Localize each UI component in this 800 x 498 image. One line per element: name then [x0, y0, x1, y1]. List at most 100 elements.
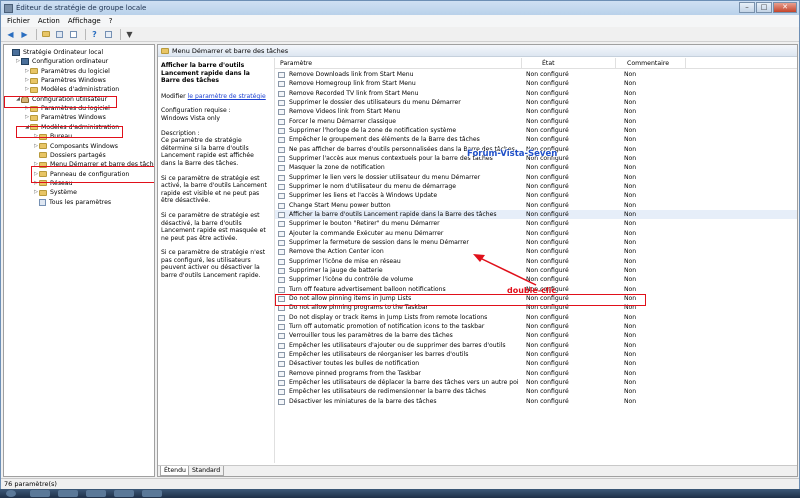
policy-setting-icon: [278, 165, 285, 172]
tree-node[interactable]: ▷ Configuration ordinateur: [15, 57, 108, 66]
setting-comment: Non: [624, 89, 637, 97]
setting-row[interactable]: Supprimer les liens et l'accès à Windows…: [275, 191, 797, 200]
tree-node[interactable]: ▷ Paramètres Windows: [24, 113, 106, 122]
column-header-setting[interactable]: Paramètre: [280, 60, 312, 67]
tree-node-label: Dossiers partagés: [50, 151, 106, 159]
setting-comment: Non: [624, 80, 637, 88]
status-count: 76 paramètre(s): [4, 480, 57, 488]
close-button[interactable]: ✕: [773, 2, 797, 13]
setting-row[interactable]: Do not display or track items in Jump Li…: [275, 313, 797, 322]
back-arrow-icon[interactable]: ◀: [5, 29, 16, 40]
tree-node[interactable]: ▷ Composants Windows: [33, 142, 118, 151]
setting-comment: Non: [624, 182, 637, 190]
setting-row[interactable]: Supprimer le bouton "Retirer" du menu Dé…: [275, 219, 797, 228]
taskbar: [0, 489, 800, 498]
tree-node[interactable]: ▷ Système: [33, 188, 77, 197]
app-icon: [4, 3, 13, 13]
setting-state: Non configuré: [526, 313, 569, 321]
description-p3: Si ce paramètre de stratégie est désacti…: [161, 211, 266, 242]
maximize-button[interactable]: □: [756, 2, 772, 13]
setting-row[interactable]: Empêcher le groupement des éléments de l…: [275, 135, 797, 144]
setting-row[interactable]: Remove Downloads link from Start Menu Non…: [275, 70, 797, 79]
setting-comment: Non: [624, 397, 637, 405]
setting-name: Empêcher les utilisateurs d'ajouter ou d…: [289, 341, 506, 349]
setting-comment: Non: [624, 313, 637, 321]
modify-line: Modifier le paramètre de stratégie: [161, 92, 266, 100]
taskbar-app-icon[interactable]: [58, 490, 78, 497]
setting-row[interactable]: Remove Recorded TV link from Start Menu N…: [275, 89, 797, 98]
setting-row[interactable]: Supprimer l'horloge de la zone de notifi…: [275, 126, 797, 135]
setting-name: Change Start Menu power button: [289, 201, 391, 209]
taskbar-app-icon[interactable]: [86, 490, 106, 497]
menu-fichier[interactable]: Fichier: [7, 17, 30, 25]
policy-setting-icon: [278, 239, 285, 246]
setting-state: Non configuré: [526, 108, 569, 116]
tab-standard[interactable]: Standard: [188, 466, 225, 476]
setting-row[interactable]: Ajouter la commande Exécuter au menu Dém…: [275, 229, 797, 238]
setting-comment: Non: [624, 332, 637, 340]
tree-node-label: Paramètres du logiciel: [41, 67, 110, 75]
tab-etendu[interactable]: Étendu: [160, 466, 190, 476]
setting-row[interactable]: Supprimer le dossier des utilisateurs du…: [275, 98, 797, 107]
folder-icon: [30, 68, 38, 75]
menu-help[interactable]: ?: [109, 17, 113, 25]
export-list-icon[interactable]: [68, 29, 79, 40]
setting-row[interactable]: Change Start Menu power button Non config…: [275, 201, 797, 210]
menu-affichage[interactable]: Affichage: [68, 17, 101, 25]
setting-comment: Non: [624, 322, 637, 330]
setting-row[interactable]: Turn off automatic promotion of notifica…: [275, 322, 797, 331]
setting-row[interactable]: Empêcher les utilisateurs de réorganiser…: [275, 350, 797, 359]
setting-row[interactable]: Désactiver les miniatures de la barre de…: [275, 397, 797, 406]
tree-node[interactable]: Tous les paramètres: [33, 198, 111, 207]
list-header: Paramètre État Commentaire: [275, 58, 797, 69]
setting-row[interactable]: Supprimer le nom d'utilisateur du menu d…: [275, 182, 797, 191]
properties-icon[interactable]: [103, 29, 114, 40]
policy-setting-icon: [278, 211, 285, 218]
setting-row[interactable]: Afficher la barre d'outils Lancement rap…: [275, 209, 797, 220]
setting-state: Non configuré: [526, 126, 569, 134]
setting-row[interactable]: Remove Videos link from Start Menu Non co…: [275, 107, 797, 116]
setting-row[interactable]: Supprimer le lien vers le dossier utilis…: [275, 173, 797, 182]
setting-row[interactable]: Empêcher les utilisateurs d'ajouter ou d…: [275, 341, 797, 350]
modify-policy-link[interactable]: le paramètre de stratégie: [188, 93, 266, 100]
setting-row[interactable]: Supprimer la fermeture de session dans l…: [275, 238, 797, 247]
taskbar-app-icon[interactable]: [30, 490, 50, 497]
column-header-comment[interactable]: Commentaire: [627, 60, 669, 67]
help-icon[interactable]: ?: [89, 29, 100, 40]
setting-row[interactable]: Désactiver toutes les bulles de notifica…: [275, 359, 797, 368]
setting-comment: Non: [624, 201, 637, 209]
setting-state: Non configuré: [526, 201, 569, 209]
tree-node-label: Tous les paramètres: [49, 198, 112, 206]
setting-row[interactable]: Masquer la zone de notification Non confi…: [275, 163, 797, 172]
policy-setting-icon: [278, 174, 285, 181]
filter-icon[interactable]: ▼: [124, 29, 135, 40]
column-header-state[interactable]: État: [542, 60, 555, 67]
description-p4: Si ce paramètre de stratégie n'est pas c…: [161, 249, 266, 280]
folder-icon: [161, 47, 169, 54]
tree-node[interactable]: ▷ Paramètres du logiciel: [24, 67, 110, 76]
highlight-selected-row: [275, 294, 646, 306]
setting-state: Non configuré: [526, 397, 569, 405]
up-folder-icon[interactable]: [40, 29, 51, 40]
setting-row[interactable]: Verrouiller tous les paramètres de la ba…: [275, 331, 797, 340]
description-p1: Ce paramètre de stratégie détermine si l…: [161, 137, 254, 167]
tree-node[interactable]: Stratégie Ordinateur local: [6, 48, 103, 57]
setting-state: Non configuré: [526, 350, 569, 358]
forward-arrow-icon[interactable]: ▶: [19, 29, 30, 40]
setting-row[interactable]: Empêcher les utilisateurs de redimension…: [275, 387, 797, 396]
policy-setting-icon: [278, 230, 285, 237]
setting-state: Non configuré: [526, 89, 569, 97]
start-orb-icon[interactable]: [6, 490, 16, 497]
tree-node[interactable]: ▷ Paramètres Windows: [24, 76, 106, 85]
setting-row[interactable]: Empêcher les utilisateurs de déplacer la…: [275, 378, 797, 387]
tree-node[interactable]: ▷ Modèles d'administration: [24, 85, 119, 94]
setting-row[interactable]: Remove pinned programs from the Taskbar N…: [275, 369, 797, 378]
setting-row[interactable]: Forcer le menu Démarrer classique Non con…: [275, 117, 797, 126]
menu-action[interactable]: Action: [38, 17, 60, 25]
taskbar-app-icon[interactable]: [114, 490, 134, 497]
taskbar-app-icon[interactable]: [142, 490, 162, 497]
setting-row[interactable]: Remove Homegroup link from Start Menu Non…: [275, 79, 797, 88]
minimize-button[interactable]: –: [739, 2, 755, 13]
console-tree-icon[interactable]: [54, 29, 65, 40]
tree-node[interactable]: Dossiers partagés: [33, 151, 106, 160]
